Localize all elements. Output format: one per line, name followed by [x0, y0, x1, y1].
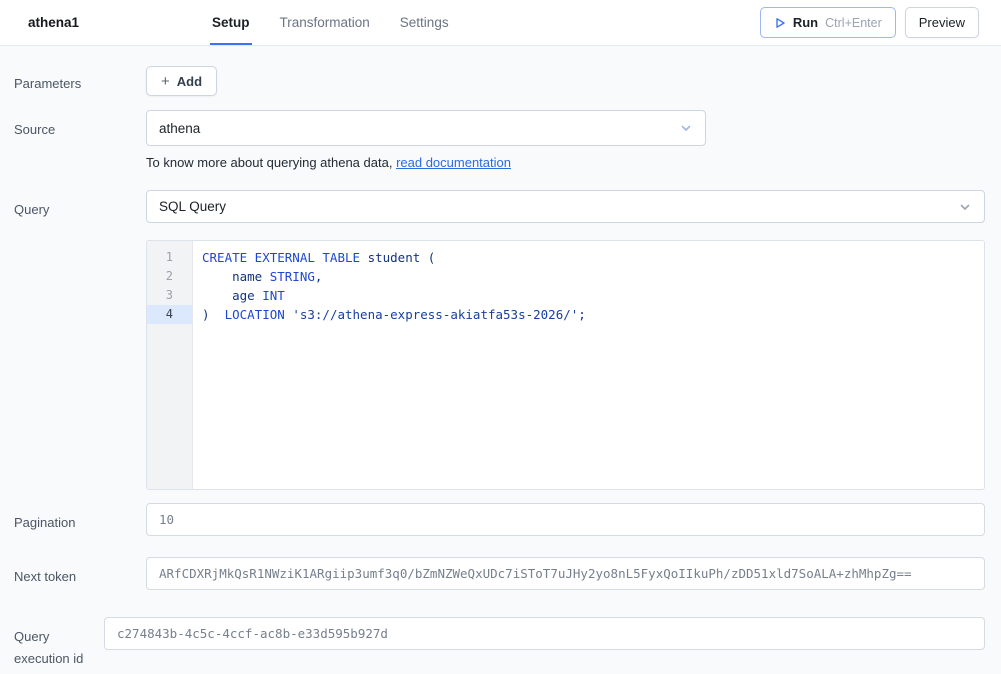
editor-tabs: Setup Transformation Settings	[210, 0, 451, 45]
helper-prefix: To know more about querying athena data,	[146, 155, 396, 170]
editor-gutter: 1234	[147, 241, 193, 489]
run-shortcut: Ctrl+Enter	[825, 16, 882, 30]
add-parameter-label: Add	[177, 74, 202, 89]
tab-transformation-label: Transformation	[280, 15, 370, 30]
parameters-row: Parameters + Add	[0, 66, 1001, 96]
line-number: 2	[147, 267, 192, 286]
code-token-plain: )	[202, 307, 225, 322]
query-mode-value: SQL Query	[159, 199, 226, 214]
tab-transformation[interactable]: Transformation	[278, 0, 372, 45]
next-token-label: Next token	[0, 557, 146, 588]
code-token-plain: student (	[368, 250, 436, 265]
parameters-label: Parameters	[0, 66, 146, 95]
query-execution-id-label: Query execution id	[0, 617, 104, 670]
code-token-keyword: LOCATION	[225, 307, 293, 322]
code-token-keyword: INT	[262, 288, 285, 303]
line-number: 4	[147, 305, 192, 324]
query-execution-id-input[interactable]	[104, 617, 985, 650]
code-line[interactable]: ) LOCATION 's3://athena-express-akiatfa5…	[202, 305, 976, 324]
tab-settings[interactable]: Settings	[398, 0, 451, 45]
add-parameter-button[interactable]: + Add	[146, 66, 217, 96]
tab-setup[interactable]: Setup	[210, 0, 252, 45]
line-number: 3	[147, 286, 192, 305]
tab-setup-label: Setup	[212, 15, 250, 30]
code-line[interactable]: age INT	[202, 286, 976, 305]
chevron-down-icon	[958, 200, 972, 214]
source-dropdown-value: athena	[159, 121, 200, 136]
pagination-row: Pagination	[0, 503, 1001, 536]
query-row: Query SQL Query 1234 CREATE EXTERNAL TAB…	[0, 190, 1001, 490]
query-name[interactable]: athena1	[28, 15, 79, 30]
source-helper-text: To know more about querying athena data,…	[146, 155, 985, 170]
code-token-keyword: STRING	[270, 269, 315, 284]
sql-code-editor[interactable]: 1234 CREATE EXTERNAL TABLE student ( nam…	[146, 240, 985, 490]
source-row: Source athena To know more about queryin…	[0, 110, 1001, 170]
code-token-plain: ;	[578, 307, 586, 322]
next-token-input[interactable]	[146, 557, 985, 590]
run-button[interactable]: Run Ctrl+Enter	[760, 7, 896, 38]
query-setup-form: Parameters + Add Source athena To know m…	[0, 46, 1001, 670]
source-dropdown[interactable]: athena	[146, 110, 706, 146]
header-actions: Run Ctrl+Enter Preview	[760, 7, 979, 38]
code-token-plain: name	[202, 269, 270, 284]
code-line[interactable]: name STRING,	[202, 267, 976, 286]
read-documentation-link[interactable]: read documentation	[396, 155, 511, 170]
query-label: Query	[0, 190, 146, 221]
tab-settings-label: Settings	[400, 15, 449, 30]
code-token-string: 's3://athena-express-akiatfa53s-2026/'	[292, 307, 578, 322]
source-label: Source	[0, 110, 146, 141]
editor-code[interactable]: CREATE EXTERNAL TABLE student ( name STR…	[193, 241, 984, 489]
query-editor-header: athena1 Setup Transformation Settings Ru…	[0, 0, 1001, 46]
pagination-input[interactable]	[146, 503, 985, 536]
code-token-plain: ,	[315, 269, 323, 284]
play-icon	[774, 17, 786, 29]
run-button-label: Run	[793, 15, 818, 30]
query-mode-dropdown[interactable]: SQL Query	[146, 190, 985, 223]
code-token-plain: age	[202, 288, 262, 303]
next-token-row: Next token	[0, 557, 1001, 590]
plus-icon: +	[161, 74, 170, 89]
preview-button[interactable]: Preview	[905, 7, 979, 38]
chevron-down-icon	[679, 121, 693, 135]
query-execution-id-row: Query execution id	[0, 617, 1001, 670]
line-number: 1	[147, 248, 192, 267]
pagination-label: Pagination	[0, 503, 146, 534]
preview-button-label: Preview	[919, 15, 965, 30]
code-line[interactable]: CREATE EXTERNAL TABLE student (	[202, 248, 976, 267]
code-token-keyword: CREATE EXTERNAL TABLE	[202, 250, 368, 265]
